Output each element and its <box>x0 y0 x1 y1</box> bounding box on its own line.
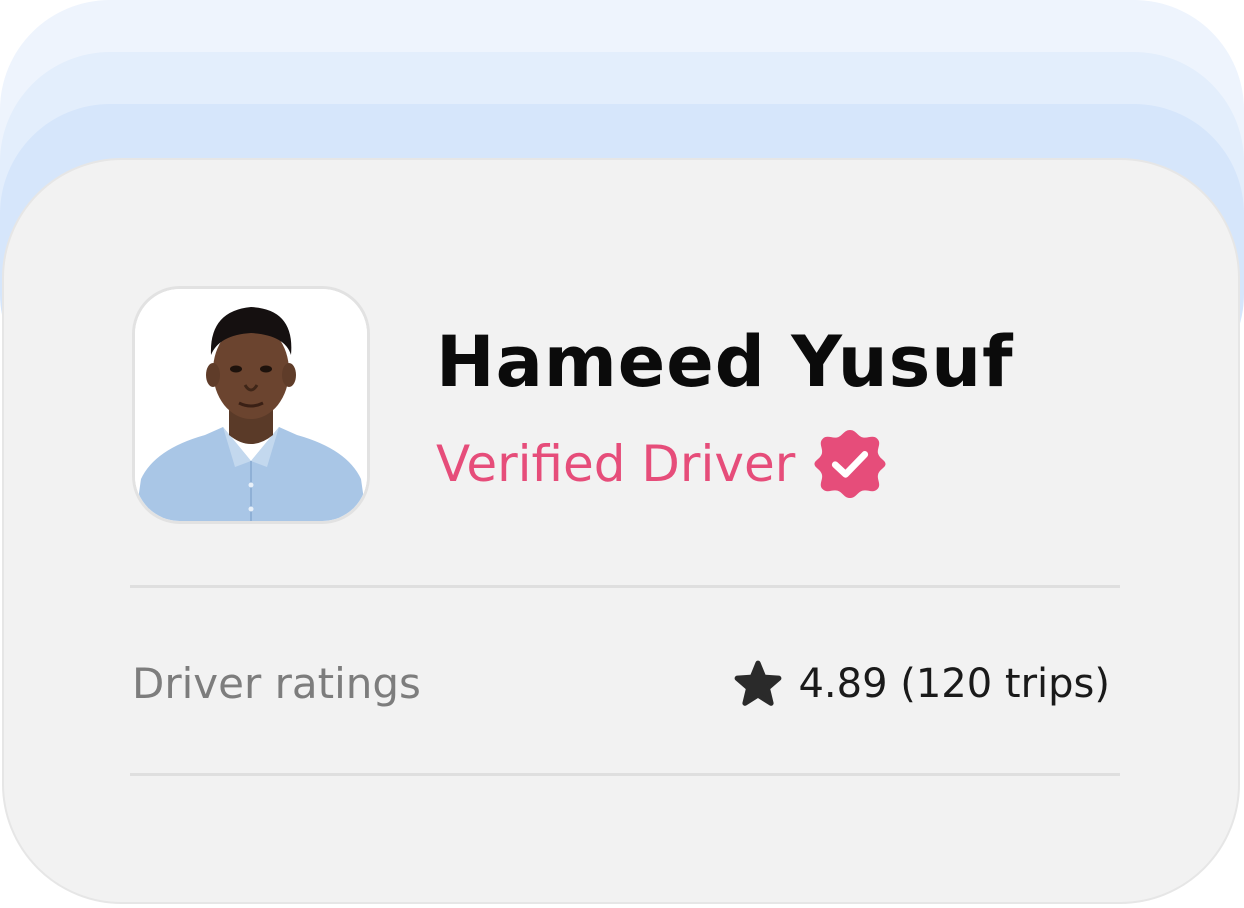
driver-avatar <box>132 286 370 524</box>
driver-card[interactable]: Hameed Yusuf Verified Driver Driver rati… <box>2 158 1240 904</box>
verified-badge-icon <box>814 429 886 499</box>
ratings-label: Driver ratings <box>132 659 421 708</box>
verified-status: Verified Driver <box>436 424 887 504</box>
star-icon <box>735 660 782 706</box>
verified-label: Verified Driver <box>436 435 796 493</box>
driver-name: Hameed Yusuf <box>436 321 1014 403</box>
avatar-photo <box>135 289 367 521</box>
ratings-score-text: 4.89 (120 trips) <box>798 661 1110 707</box>
ratings-value: 4.89 (120 trips) <box>732 654 1110 714</box>
divider-top <box>130 585 1120 588</box>
divider-bottom <box>130 773 1120 776</box>
driver-card-stack: Hameed Yusuf Verified Driver Driver rati… <box>0 0 1244 908</box>
